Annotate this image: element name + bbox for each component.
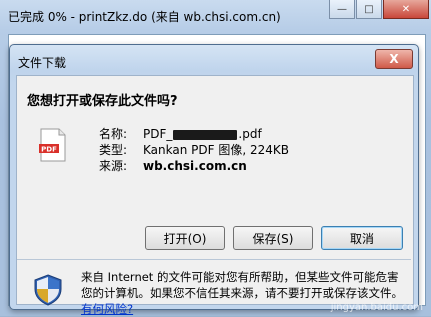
- minimize-icon: —: [337, 3, 347, 15]
- file-name-prefix: PDF_: [143, 127, 173, 141]
- pdf-icon-label: PDF: [41, 146, 57, 154]
- dialog-body: 您想打开或保存此文件吗? PDF 名称: PDF_ .pdf 类型: Kankan…: [16, 75, 414, 316]
- maximize-button[interactable]: □: [356, 0, 382, 19]
- risk-link[interactable]: 有何风险?: [81, 302, 133, 316]
- file-name-value: PDF_ .pdf: [143, 126, 262, 142]
- file-from-value: wb.chsi.com.cn: [143, 159, 247, 173]
- window-controls: — □ ✕: [329, 0, 429, 22]
- file-name-suffix: .pdf: [238, 127, 262, 141]
- pdf-file-icon: PDF: [39, 128, 66, 162]
- dialog-question: 您想打开或保存此文件吗?: [27, 94, 178, 109]
- file-name-row: 名称: PDF_ .pdf: [99, 126, 289, 142]
- browser-titlebar: 已完成 0% - printZkz.do (来自 wb.chsi.com.cn)…: [0, 0, 431, 32]
- file-from-row: 来源: wb.chsi.com.cn: [99, 158, 289, 174]
- open-button[interactable]: 打开(O): [145, 226, 225, 250]
- security-shield-icon: [34, 274, 62, 306]
- warning-text: 来自 Internet 的文件可能对您有所帮助，但某些文件可能危害您的计算机。如…: [81, 270, 403, 300]
- watermark-text: jingyan.baidu.com: [330, 302, 423, 313]
- file-info: 名称: PDF_ .pdf 类型: Kankan PDF 图像, 224KB 来源…: [99, 126, 289, 174]
- file-from-label: 来源:: [99, 159, 128, 173]
- close-icon: X: [389, 52, 399, 66]
- file-name-label: 名称:: [99, 127, 128, 141]
- file-type-label: 类型:: [99, 143, 128, 157]
- redaction-mark: [173, 129, 238, 140]
- dialog-close-button[interactable]: X: [375, 49, 413, 69]
- file-type-value: Kankan PDF 图像, 224KB: [143, 143, 289, 157]
- maximize-icon: □: [364, 3, 374, 15]
- browser-title: 已完成 0% - printZkz.do (来自 wb.chsi.com.cn): [8, 10, 281, 24]
- divider: [17, 259, 411, 260]
- save-button[interactable]: 保存(S): [233, 226, 313, 250]
- cancel-button[interactable]: 取消: [321, 226, 403, 250]
- file-download-dialog: 文件下载 X 您想打开或保存此文件吗? PDF 名称: PDF_ .pdf 类型:…: [9, 44, 419, 316]
- window-close-button[interactable]: ✕: [383, 0, 429, 19]
- minimize-button[interactable]: —: [329, 0, 355, 19]
- dialog-title: 文件下载: [18, 56, 67, 70]
- file-type-row: 类型: Kankan PDF 图像, 224KB: [99, 142, 289, 158]
- close-icon: ✕: [401, 3, 411, 15]
